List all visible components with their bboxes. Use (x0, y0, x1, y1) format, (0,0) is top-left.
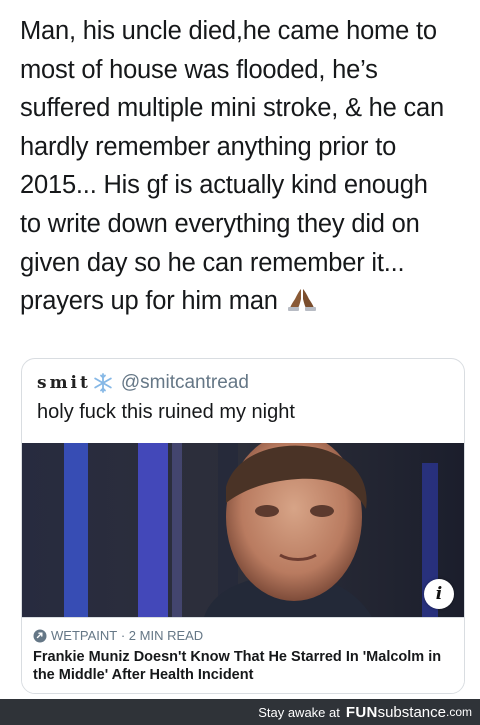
snowflake-icon (94, 373, 112, 393)
article-headline[interactable]: Frankie Muniz Doesn't Know That He Starr… (33, 648, 453, 684)
tweet-line: to write down everything they did on (20, 209, 420, 238)
article-photo (22, 443, 464, 617)
link-icon (33, 629, 47, 642)
tweet-line: 2015... His gf is actually kind enough (20, 171, 428, 200)
quoted-tweet-card[interactable]: smit @smitcantread holy fuck this ruined… (21, 358, 465, 694)
info-icon[interactable]: i (424, 579, 454, 609)
article-image[interactable]: i (22, 443, 464, 617)
tweet-line: suffered multiple mini stroke, & he can (20, 94, 445, 123)
watermark: Stay awake at FUN substance .com (258, 699, 472, 725)
tweet-line-last: prayers up for him man (20, 282, 472, 321)
read-time: 2 MIN READ (128, 628, 204, 643)
tweet-line: most of house was flooded, he’s (20, 55, 378, 84)
quote-header: smit @smitcantread (37, 371, 249, 395)
tweet-line: given day so he can remember it... (20, 248, 405, 277)
quote-display-name[interactable]: smit (37, 373, 91, 393)
tweet-line: hardly remember anything prior to (20, 132, 397, 161)
tweet-line: Man, his uncle died,he came home to (20, 17, 437, 45)
link-preview-footer[interactable]: WETPAINT · 2 MIN READ Frankie Muniz Does… (22, 617, 464, 693)
quote-handle[interactable]: @smitcantread (121, 372, 249, 394)
watermark-caption: Stay awake at (258, 704, 340, 720)
watermark-bar: Stay awake at FUN substance .com (0, 699, 480, 725)
separator: · (120, 628, 126, 643)
source-name: WETPAINT (51, 628, 118, 643)
brand-suffix: .com (445, 705, 472, 719)
folded-hands-icon (287, 289, 316, 312)
tweet-text: Man, his uncle died,he came home to most… (20, 12, 472, 321)
quote-text: holy fuck this ruined my night (37, 401, 295, 423)
source-line: WETPAINT · 2 MIN READ (33, 628, 203, 643)
brand-fun: FUN (345, 703, 378, 721)
tweet-line: prayers up for him man (20, 287, 278, 316)
brand-substance: substance (377, 703, 446, 721)
